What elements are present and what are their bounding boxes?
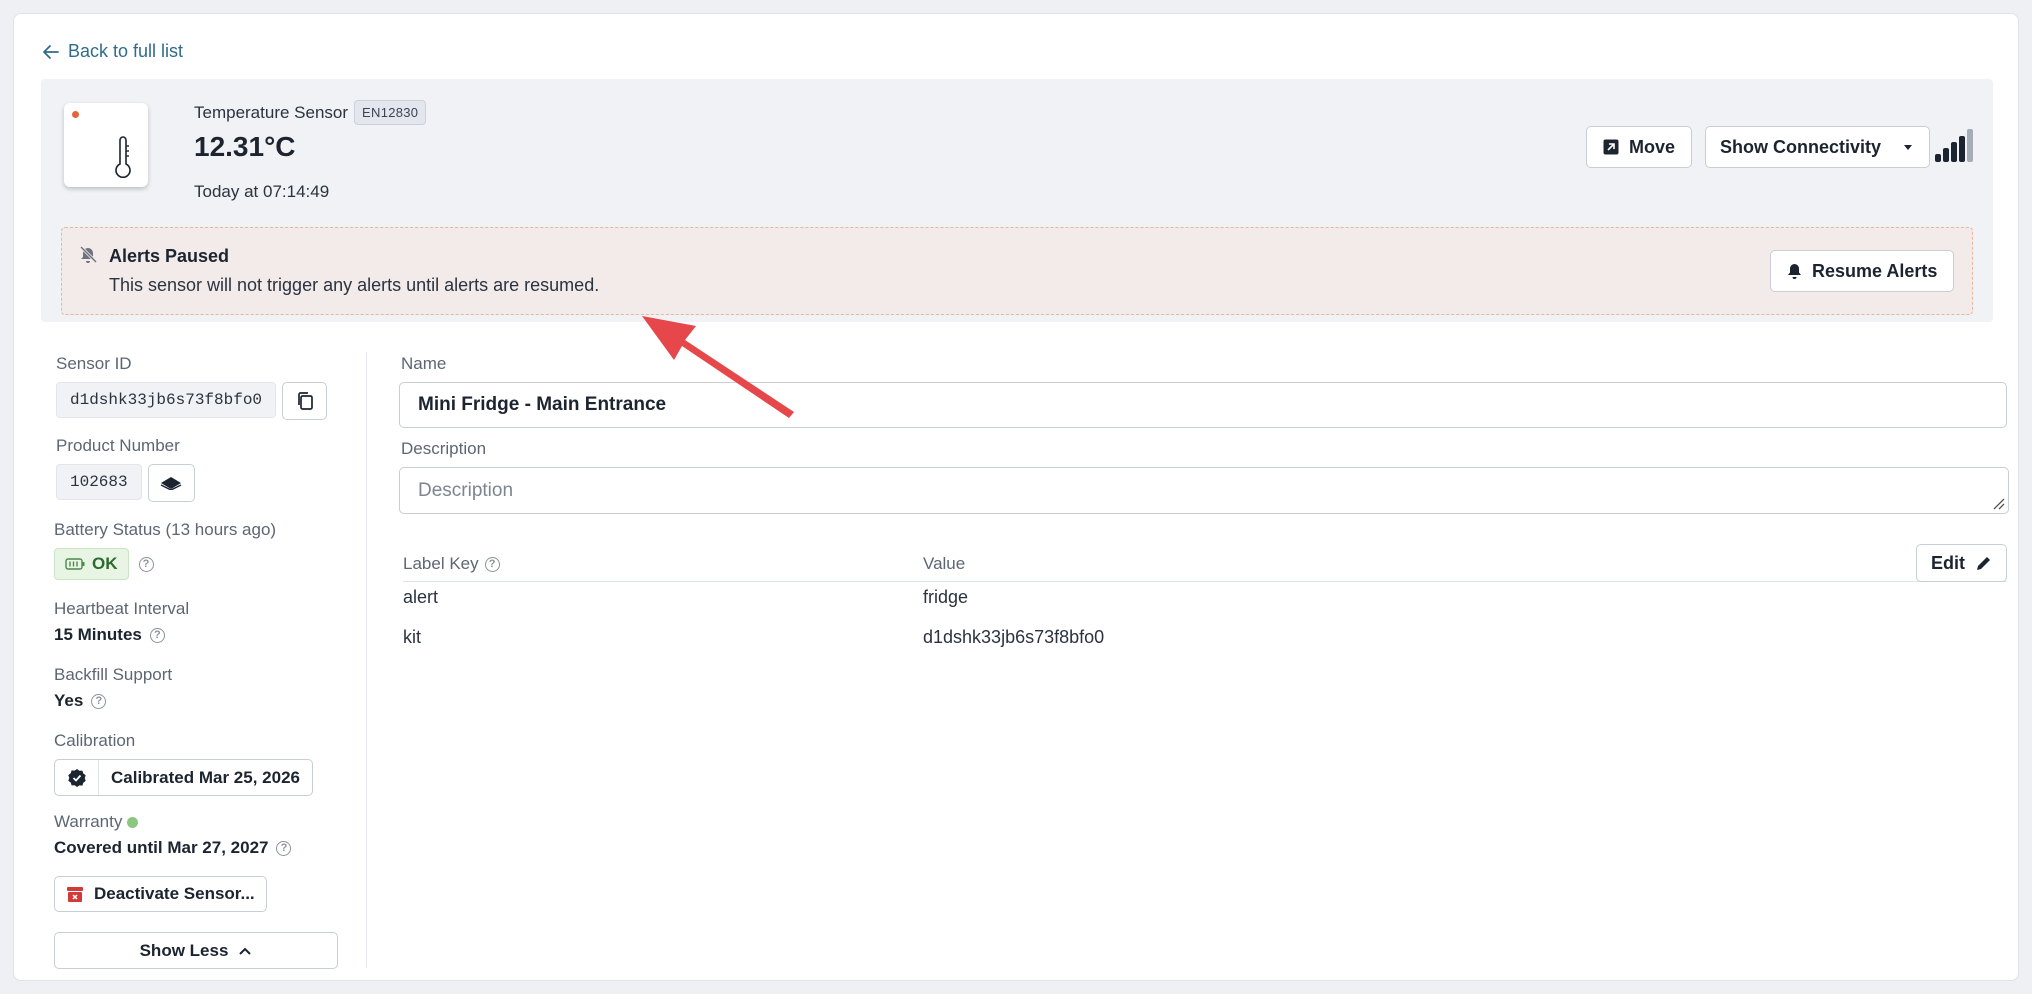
arrow-left-icon [43, 44, 59, 59]
warranty-value: Covered until Mar 27, 2027 [54, 838, 269, 857]
calibration-certificate-button[interactable]: Calibrated Mar 25, 2026 [54, 759, 313, 796]
calibration-label: Calibration [54, 731, 136, 750]
back-to-list-link[interactable]: Back to full list [42, 41, 183, 62]
connectivity-label: Show Connectivity [1720, 136, 1882, 157]
sensor-id-label: Sensor ID [56, 354, 132, 373]
heartbeat-label: Heartbeat Interval [54, 599, 190, 618]
battery-status-value: OK [92, 554, 118, 573]
heartbeat-help-icon[interactable]: ? [149, 627, 165, 643]
show-less-button[interactable]: Show Less [54, 932, 338, 969]
show-less-label: Show Less [139, 940, 229, 960]
back-link-label: Back to full list [68, 41, 184, 61]
sensor-id-value: d1dshk33jb6s73f8bfo0 [56, 382, 277, 418]
copy-icon [297, 392, 313, 410]
signal-strength-icon [1935, 129, 1973, 162]
sensor-header-panel: Temperature Sensor EN12830 12.31°C Today… [41, 79, 1993, 322]
backfill-help-icon[interactable]: ? [91, 693, 107, 709]
resize-handle-icon[interactable] [1991, 496, 2005, 510]
caret-down-icon [1904, 145, 1913, 150]
show-connectivity-dropdown[interactable]: Show Connectivity [1705, 126, 1931, 168]
battery-icon [65, 558, 85, 570]
edit-labels-button[interactable]: Edit [1916, 544, 2007, 582]
device-thumbnail [64, 103, 148, 187]
label-row-key: kit [403, 627, 421, 647]
battery-status-badge: OK [54, 548, 129, 580]
annotation-arrow [642, 316, 794, 418]
labels-table-header: Label Key ? Value Edit [403, 544, 2007, 582]
description-placeholder: Description [418, 479, 514, 501]
resume-alerts-button[interactable]: Resume Alerts [1770, 250, 1955, 292]
label-row-key: alert [403, 587, 439, 607]
chevron-up-icon [239, 947, 252, 955]
alert-message: This sensor will not trigger any alerts … [109, 275, 600, 295]
column-divider [366, 352, 367, 968]
alerts-paused-banner: Alerts Paused This sensor will not trigg… [61, 227, 1973, 315]
edit-label: Edit [1931, 552, 1965, 573]
archive-x-icon [67, 886, 83, 902]
sensor-detail-card: Back to full list Temperature Sensor EN1… [13, 13, 2019, 981]
sensor-type-label: Temperature Sensor [194, 102, 349, 122]
copy-sensor-id-button[interactable] [282, 382, 328, 420]
move-button[interactable]: Move [1586, 126, 1693, 168]
backfill-value: Yes [54, 691, 84, 710]
label-key-header-text: Label Key [403, 554, 479, 573]
product-number-value: 102683 [56, 464, 142, 500]
resume-alerts-label: Resume Alerts [1812, 260, 1938, 281]
temperature-reading: 12.31°C [194, 131, 296, 162]
label-key-header: Label Key ? [403, 554, 500, 574]
product-info-button[interactable] [147, 464, 195, 502]
book-icon [160, 477, 182, 490]
deactivate-label: Deactivate Sensor... [94, 884, 255, 903]
label-row-value: fridge [923, 587, 969, 607]
alert-title: Alerts Paused [109, 246, 230, 266]
heartbeat-value: 15 Minutes [54, 625, 142, 644]
pencil-icon [1977, 556, 1990, 570]
verified-badge-icon [67, 768, 86, 787]
sensor-code-badge: EN12830 [354, 100, 427, 125]
name-label: Name [401, 354, 447, 373]
deactivate-sensor-button[interactable]: Deactivate Sensor... [54, 876, 267, 912]
battery-status-label: Battery Status (13 hours ago) [54, 520, 277, 539]
bell-icon [1788, 263, 1801, 279]
bell-slash-icon [79, 246, 97, 264]
move-icon [1603, 139, 1619, 155]
warranty-label: Warranty [54, 812, 123, 831]
backfill-label: Backfill Support [54, 665, 173, 684]
product-number-label: Product Number [56, 436, 180, 455]
sensor-type: Temperature Sensor EN12830 [194, 100, 427, 125]
value-header: Value [923, 554, 966, 573]
warranty-label-row: Warranty [54, 812, 291, 832]
battery-help-icon[interactable]: ? [138, 556, 154, 572]
description-textarea[interactable]: Description [399, 467, 2009, 514]
label-key-help-icon[interactable]: ? [484, 556, 500, 572]
warranty-help-icon[interactable]: ? [276, 840, 292, 856]
warranty-status-dot [127, 817, 139, 829]
status-dot [72, 111, 79, 118]
description-label: Description [401, 439, 487, 458]
calibration-value: Calibrated Mar 25, 2026 [111, 767, 300, 787]
move-button-label: Move [1629, 136, 1676, 157]
thermometer-icon [115, 136, 131, 178]
reading-timestamp: Today at 07:14:49 [194, 182, 330, 201]
label-row-value: d1dshk33jb6s73f8bfo0 [923, 627, 1105, 647]
